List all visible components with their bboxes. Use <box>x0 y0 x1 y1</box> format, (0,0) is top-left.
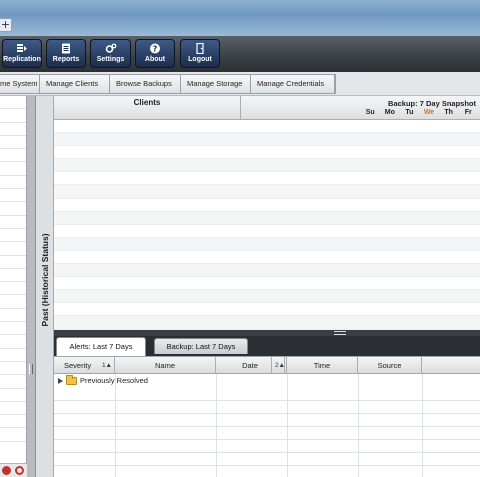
alerts-grid-body[interactable]: Previously Resolved <box>54 374 480 477</box>
day-header: Th <box>444 109 453 116</box>
alerts-tabbar: Alerts: Last 7 Days Backup: Last 7 Days <box>54 336 480 356</box>
group-label: Previously Resolved <box>80 376 148 385</box>
col-date-sort[interactable]: 2▲ <box>271 357 287 374</box>
vertical-splitter[interactable] <box>27 96 36 477</box>
day-header: Tu <box>405 109 414 116</box>
col-source-label: Source <box>377 361 402 370</box>
app-toolbar: Replication Reports Settings ? About Log… <box>0 36 480 72</box>
tab-home-system[interactable]: me System <box>0 75 40 93</box>
col-severity-label: Severity <box>64 361 92 370</box>
left-tree-panel[interactable] <box>0 96 27 477</box>
left-panel-footer <box>0 463 27 477</box>
settings-label: Settings <box>96 56 125 63</box>
history-title: Past (Historical Status) <box>40 233 50 327</box>
sort-indicator: 1▲ <box>101 362 112 369</box>
day-header: Su <box>365 109 375 116</box>
section-tabbar: me System Manage Clients Browse Backups … <box>0 72 480 96</box>
splitter-grip[interactable] <box>334 331 346 335</box>
day-header: Fr <box>464 109 472 116</box>
col-time[interactable]: Time <box>287 357 358 374</box>
question-icon: ? <box>150 43 160 54</box>
about-label: About <box>144 56 166 63</box>
new-tab-button[interactable]: + <box>0 18 12 32</box>
col-source[interactable]: Source <box>358 357 422 374</box>
replication-label: Replication <box>3 56 41 63</box>
add-icon[interactable] <box>2 466 11 475</box>
snapshot-title: Backup: 7 Day Snapshot <box>388 99 476 108</box>
col-name[interactable]: Name <box>115 357 216 374</box>
tab-manage-storage[interactable]: Manage Storage <box>181 75 251 93</box>
section-tabs: me System Manage Clients Browse Backups … <box>0 74 336 94</box>
refresh-icon[interactable] <box>15 466 24 475</box>
col-time-label: Time <box>313 361 331 370</box>
browser-titlebar: + <box>0 0 480 36</box>
day-header: Mo <box>384 109 395 116</box>
settings-button[interactable]: Settings <box>90 39 131 68</box>
reports-icon <box>62 43 70 54</box>
tab-browse-backups[interactable]: Browse Backups <box>110 75 181 93</box>
tab-manage-credentials[interactable]: Manage Credentials <box>251 75 335 93</box>
clients-column-header[interactable]: Clients <box>54 96 241 120</box>
day-header-today: We <box>423 109 435 116</box>
col-name-label: Name <box>154 361 175 370</box>
gear-icon <box>105 43 116 53</box>
sort-indicator: 2▲ <box>274 362 285 369</box>
alerts-grid-header: Severity 1▲ Name Date 2▲ Time Source <box>54 356 480 374</box>
folder-icon <box>66 375 77 385</box>
weekday-headers: Su Mo Tu We Th Fr <box>360 109 478 116</box>
reports-button[interactable]: Reports <box>46 39 86 68</box>
about-button[interactable]: ? About <box>135 39 175 68</box>
logout-button[interactable]: Logout <box>180 39 220 68</box>
col-date-label: Date <box>242 361 258 370</box>
group-row-previously-resolved[interactable]: Previously Resolved <box>54 374 480 388</box>
reports-label: Reports <box>52 56 80 63</box>
tab-alerts-last-7-days[interactable]: Alerts: Last 7 Days <box>56 337 146 356</box>
logout-icon <box>196 43 204 54</box>
clients-table-body[interactable] <box>54 120 480 330</box>
tab-manage-clients[interactable]: Manage Clients <box>40 75 110 93</box>
logout-label: Logout <box>188 56 212 63</box>
replication-button[interactable]: Replication <box>2 39 42 68</box>
replication-icon <box>17 44 27 52</box>
col-severity[interactable]: Severity 1▲ <box>54 357 115 374</box>
tab-backup-last-7-days[interactable]: Backup: Last 7 Days <box>154 338 248 354</box>
splitter-grip[interactable] <box>29 364 33 374</box>
expand-arrow-icon[interactable] <box>58 378 63 384</box>
svg-text:?: ? <box>153 45 158 54</box>
clients-table-header: Clients Backup: 7 Day Snapshot Su Mo Tu … <box>54 96 480 120</box>
